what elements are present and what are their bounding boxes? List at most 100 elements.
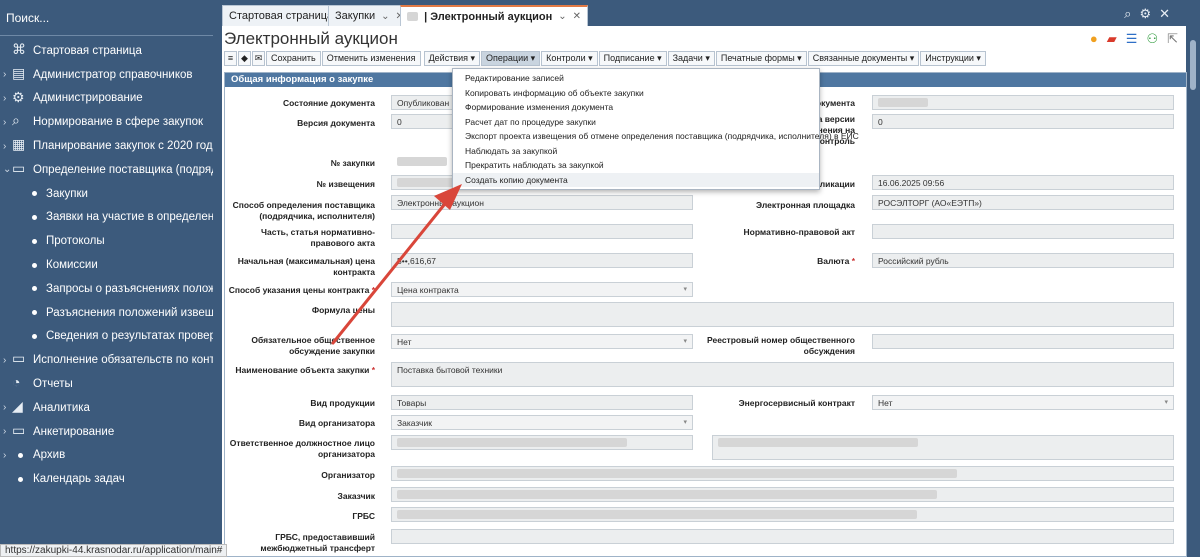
- customer-field: [391, 487, 1174, 502]
- tree-icon: ⌘: [12, 41, 26, 57]
- sidebar-item[interactable]: › ◢ Аналитика: [0, 396, 213, 420]
- chevron-icon[interactable]: ›: [3, 69, 6, 80]
- signing-menu[interactable]: Подписание ▾: [598, 51, 667, 66]
- sidebar-subitem[interactable]: Сведения о результатах проверок: [0, 325, 213, 349]
- page-scrollbar[interactable]: [1186, 0, 1200, 557]
- sidebar-item[interactable]: › ▤ Администратор справочников: [0, 63, 213, 87]
- mandatory-discussion-select[interactable]: Нет ▾: [391, 334, 693, 349]
- sidebar-item[interactable]: › Архив: [0, 444, 213, 468]
- sidebar-subitem[interactable]: Протоколы: [0, 229, 213, 253]
- sidebar-search[interactable]: Поиск...: [0, 0, 213, 36]
- folder-icon[interactable]: ▰: [1107, 31, 1117, 47]
- chevron-down-icon[interactable]: ⌄: [558, 11, 566, 22]
- chevron-icon[interactable]: ›: [3, 141, 6, 152]
- sidebar-subitem-label: Заявки на участие в определении пост: [46, 211, 213, 224]
- print-forms-menu[interactable]: Печатные формы ▾: [715, 51, 807, 66]
- sidebar-item[interactable]: › ⚙ Администрирование: [0, 87, 213, 111]
- sidebar-item[interactable]: ⌘ Стартовая страница: [0, 39, 213, 63]
- sidebar-item-label: Архив: [33, 449, 66, 462]
- tab-electronic-auction[interactable]: | Электронный аукцион ⌄ ✕: [400, 5, 588, 26]
- chevron-icon[interactable]: ›: [3, 117, 6, 128]
- select-value: Заказчик: [397, 418, 432, 428]
- chevron-icon[interactable]: ›: [3, 402, 6, 413]
- cancel-changes-button[interactable]: Отменить изменения: [321, 51, 421, 66]
- grbs-field: [391, 507, 1174, 522]
- menu-item[interactable]: Редактирование записей: [453, 71, 819, 86]
- redacted-text: [397, 157, 447, 166]
- sidebar-subitem-label: Сведения о результатах проверок: [46, 330, 213, 343]
- instructions-menu[interactable]: Инструкции ▾: [920, 51, 986, 66]
- platform-label: Электронная площадка: [756, 200, 855, 210]
- menu-icon[interactable]: ≡: [224, 51, 237, 66]
- sidebar-item[interactable]: › ▦ Планирование закупок с 2020 года: [0, 134, 213, 158]
- chevron-icon[interactable]: ›: [3, 93, 6, 104]
- sidebar-subitem[interactable]: Разъяснения положений извещений: [0, 301, 213, 325]
- chevron-down-icon[interactable]: ⌄: [381, 11, 389, 22]
- sidebar-item-label: Календарь задач: [33, 473, 125, 486]
- sidebar-item[interactable]: ⌄▭ Определение поставщика (подрядчика, ис: [0, 158, 213, 182]
- tag-icon[interactable]: ◆: [238, 51, 251, 66]
- sidebar-item-label: Определение поставщика (подрядчика, ис: [33, 163, 213, 176]
- organizer-type-select[interactable]: Заказчик ▾: [391, 415, 693, 430]
- search-icon[interactable]: ⌕: [1124, 6, 1131, 22]
- page-title: Электронный аукцион: [224, 29, 398, 48]
- energy-contract-select[interactable]: Нет ▾: [872, 395, 1174, 410]
- form-icon: ▭: [12, 421, 26, 438]
- gear-icon[interactable]: ⚙: [1139, 6, 1151, 22]
- document-icon: ▭: [12, 159, 26, 176]
- price-formula-field[interactable]: [391, 302, 1174, 327]
- required-mark: *: [371, 285, 375, 295]
- scroll-thumb[interactable]: [1190, 40, 1196, 90]
- object-name-field[interactable]: Поставка бытовой техники: [391, 362, 1174, 387]
- operations-menu[interactable]: Операции ▾: [481, 51, 541, 66]
- export-icon[interactable]: ⇱: [1167, 31, 1178, 47]
- tab-bar: Стартовая страница ⌄ ✕ Закупки ⌄ ✕ | Эле…: [222, 0, 1186, 26]
- sidebar-item[interactable]: › ▭ Анкетирование: [0, 420, 213, 444]
- users-icon[interactable]: ⚇: [1146, 31, 1158, 47]
- tasks-menu[interactable]: Задачи ▾: [667, 51, 715, 66]
- object-name-label: Наименование объекта закупки *: [225, 365, 375, 376]
- menu-item[interactable]: Расчет дат по процедуре закупки: [453, 115, 819, 130]
- sidebar-item[interactable]: ◔ Отчеты: [0, 372, 213, 396]
- price-method-select[interactable]: Цена контракта ▾: [391, 282, 693, 297]
- close-icon[interactable]: ✕: [1159, 6, 1170, 22]
- bullet-icon: [32, 286, 37, 292]
- list-icon[interactable]: ☰: [1126, 31, 1138, 47]
- law-part-label: Часть, статья нормативно-правового акта: [261, 227, 375, 248]
- max-price-field: 5••,616,67: [391, 253, 693, 268]
- menu-item[interactable]: Экспорт проекта извещения об отмене опре…: [453, 129, 859, 144]
- sidebar-item[interactable]: Календарь задач: [0, 467, 213, 491]
- menu-item[interactable]: Копировать информацию об объекте закупки: [453, 86, 819, 101]
- chevron-icon[interactable]: ›: [3, 450, 6, 461]
- controls-menu[interactable]: Контроли ▾: [541, 51, 598, 66]
- menu-item[interactable]: Создать копию документа: [453, 172, 819, 187]
- menu-item[interactable]: Прекратить наблюдать за закупкой: [453, 158, 819, 173]
- sidebar-subitem[interactable]: Комиссии: [0, 253, 213, 277]
- close-icon[interactable]: ✕: [573, 11, 581, 22]
- sidebar-subitem[interactable]: Закупки: [0, 182, 213, 206]
- actions-menu[interactable]: Действия ▾: [423, 51, 481, 66]
- status-url: https://zakupki-44.krasnodar.ru/applicat…: [0, 544, 228, 557]
- tab-purchases[interactable]: Закупки ⌄ ✕: [328, 5, 411, 26]
- menu-item[interactable]: Формирование изменения документа: [453, 100, 819, 115]
- chevron-icon[interactable]: ›: [3, 426, 6, 437]
- sidebar-subitem-label: Комиссии: [46, 259, 98, 272]
- currency-field: Российский рубль: [872, 253, 1174, 268]
- sidebar-splitter[interactable]: [213, 0, 222, 557]
- menu-item[interactable]: Наблюдать за закупкой: [453, 144, 819, 159]
- menu-label: Печатные формы: [720, 53, 795, 63]
- energy-contract-label: Энергосервисный контракт: [738, 398, 855, 408]
- document-field: [872, 95, 1174, 110]
- chevron-down-icon: ▾: [683, 286, 687, 293]
- sidebar-subitem[interactable]: Заявки на участие в определении пост: [0, 206, 213, 230]
- save-button[interactable]: Сохранить: [266, 51, 321, 66]
- drop-icon[interactable]: ●: [1090, 31, 1098, 47]
- customer-label: Заказчик: [337, 491, 375, 501]
- mail-icon[interactable]: ✉: [252, 51, 265, 66]
- sidebar-item[interactable]: › ⌕ Нормирование в сфере закупок: [0, 110, 213, 134]
- chevron-icon[interactable]: ›: [3, 355, 6, 366]
- linked-docs-menu[interactable]: Связанные документы ▾: [807, 51, 920, 66]
- sidebar-subitem[interactable]: Запросы о разъяснениях положений и: [0, 277, 213, 301]
- sidebar-item[interactable]: › ▭ Исполнение обязательств по контрактам: [0, 348, 213, 372]
- chevron-icon[interactable]: ⌄: [3, 164, 11, 175]
